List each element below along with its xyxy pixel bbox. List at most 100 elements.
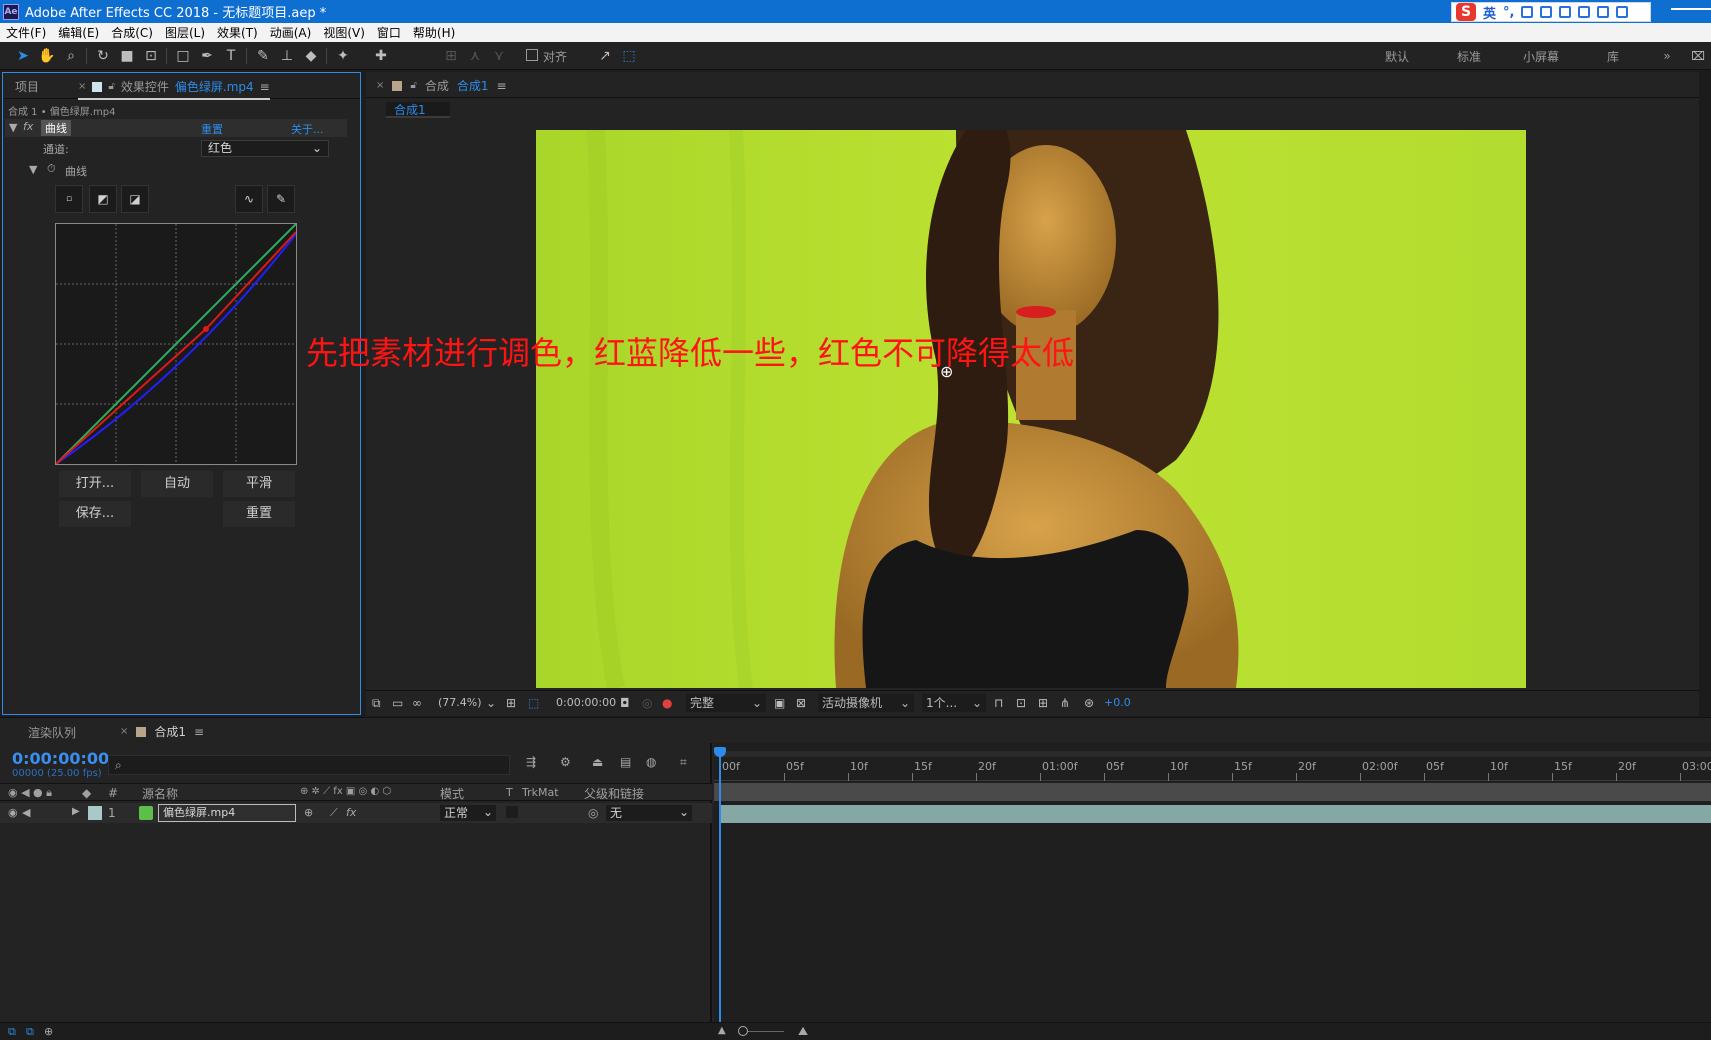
pen-tool-icon[interactable]: ✒ [198, 47, 216, 65]
collapse-switch-icon[interactable]: ⊕ [304, 806, 313, 819]
effect-switch-icon[interactable]: fx [346, 806, 356, 819]
frame-blending-icon[interactable]: ▤ [620, 755, 631, 769]
curve-size-medium-button[interactable]: ◩ [89, 185, 117, 213]
world-axis-icon[interactable]: ⋏ [466, 47, 484, 65]
ime-lang-toggle[interactable]: 英 [1483, 3, 1496, 22]
bezier-curve-tool-icon[interactable]: ∿ [235, 185, 263, 213]
stopwatch-icon[interactable]: ⏱︎ [47, 162, 56, 176]
lock-icon[interactable]: 🔓︎ [108, 81, 114, 92]
fast-preview-icon[interactable]: ⊡ [1016, 696, 1026, 710]
curve-size-small-button[interactable]: ▫ [55, 185, 83, 213]
layer-switches-toggle-icon[interactable]: ⧉ [8, 1025, 16, 1039]
effect-name[interactable]: 曲线 [41, 120, 71, 136]
monitor-icon[interactable]: ▭ [392, 696, 403, 710]
quality-switch-icon[interactable]: ⟋ [330, 806, 338, 820]
zoom-slider-handle[interactable] [738, 1026, 748, 1036]
parent-dropdown[interactable]: 无 ⌄ [606, 805, 692, 821]
time-ruler[interactable]: 00f 05f 10f 15f 20f 01:00f 05f 10f 15f 20f 02:00f 0… [714, 757, 1711, 781]
tab-effect-controls[interactable]: × 🔓︎ 效果控件 偏色绿屏.mp4 ≡ [78, 78, 270, 100]
close-icon[interactable]: × [120, 726, 128, 737]
show-snapshot-icon[interactable]: ◎ [642, 696, 652, 710]
zoom-slider-track[interactable] [742, 1031, 784, 1032]
panel-menu-icon[interactable]: ≡ [497, 79, 507, 93]
layer-row[interactable]: ◉ ◀ ▶ 1 偏色绿屏.mp4 ⊕ ⟋ fx 正常 ⌄ ◎ 无 ⌄ [0, 803, 712, 823]
chevron-down-icon[interactable]: ⌄ [486, 696, 496, 710]
snap-icon[interactable]: ↗ [596, 47, 614, 65]
toggle-pixel-aspect-icon[interactable]: ⊓ [994, 696, 1003, 710]
sogou-logo-icon[interactable]: S [1456, 3, 1476, 21]
zoom-in-icon[interactable]: ⛰︎ [798, 1024, 808, 1039]
lock-icon[interactable]: 🔓︎ [410, 80, 416, 91]
pan-behind-tool-icon[interactable]: ⊡ [142, 47, 160, 65]
zoom-tool-icon[interactable]: ⌕ [62, 47, 80, 65]
snap-options-icon[interactable]: ⬚ [620, 47, 638, 65]
clone-stamp-tool-icon[interactable]: ⊥ [278, 47, 296, 65]
tab-render-queue[interactable]: 渲染队列 [28, 724, 76, 741]
region-of-interest-icon[interactable]: ▣ [774, 696, 785, 710]
camera-tool-icon[interactable]: ■ [118, 47, 136, 65]
shy-layers-icon[interactable]: ⏏ [592, 755, 603, 769]
blend-mode-dropdown[interactable]: 正常 ⌄ [440, 805, 496, 821]
curve-reset-button[interactable]: 重置 [223, 501, 295, 527]
curve-auto-button[interactable]: 自动 [141, 471, 213, 497]
timeline-graph-area[interactable]: 00f 05f 10f 15f 20f 01:00f 05f 10f 15f 20f 02:00f 0… [714, 743, 1711, 1023]
menu-view[interactable]: 视图(V) [323, 24, 365, 41]
graph-editor-icon[interactable]: ⌗ [680, 755, 687, 770]
color-channels-icon[interactable]: ● [662, 696, 672, 710]
menu-edit[interactable]: 编辑(E) [58, 24, 99, 41]
zoom-out-icon[interactable]: ▲ [718, 1025, 726, 1036]
current-time-indicator[interactable] [719, 751, 721, 1023]
mic-icon[interactable] [1540, 6, 1553, 18]
menu-composition[interactable]: 合成(C) [111, 24, 153, 41]
about-link[interactable]: 关于... [291, 121, 324, 137]
snapshot-camera-icon[interactable]: ◘ [620, 696, 630, 710]
tab-composition[interactable]: × 🔓︎ 合成 合成1 ≡ [376, 77, 507, 94]
mask-toggle-icon[interactable]: ∞ [412, 696, 422, 710]
reset-exposure-icon[interactable]: ⊛ [1084, 696, 1094, 710]
type-tool-icon[interactable]: T [222, 47, 240, 65]
keyboard-icon[interactable] [1559, 6, 1572, 18]
curve-smooth-button[interactable]: 平滑 [223, 471, 295, 497]
workspace-default[interactable]: 默认 [1361, 48, 1433, 65]
menu-layer[interactable]: 图层(L) [165, 24, 205, 41]
resolution-dropdown[interactable]: 完整 ⌄ [686, 694, 766, 712]
draft-3d-icon[interactable]: ⚙ [560, 755, 571, 769]
menu-animation[interactable]: 动画(A) [270, 24, 312, 41]
panel-menu-icon[interactable]: ≡ [260, 80, 270, 94]
layer-duration-bar[interactable] [720, 805, 1711, 823]
safe-margins-icon[interactable]: ⊞ [506, 696, 516, 710]
expand-arrow-icon[interactable]: ▼ [9, 121, 17, 134]
layer-search-input[interactable]: ⌕ [108, 755, 510, 775]
comp-flowchart-tab[interactable]: 合成1 [386, 102, 450, 118]
puppet-pin-tool-icon[interactable]: ✚ [372, 47, 390, 65]
timeline-timecode[interactable]: 0:00:00:00 [12, 749, 109, 768]
window-controls[interactable] [1671, 0, 1711, 10]
flowchart-icon[interactable]: ⋔ [1060, 696, 1070, 710]
in-out-toggle-icon[interactable]: ⊕ [44, 1025, 53, 1038]
composition-viewer-frame[interactable] [536, 130, 1526, 688]
rotate-tool-icon[interactable]: ↻ [94, 47, 112, 65]
camera-dropdown[interactable]: 活动摄像机 ⌄ [818, 694, 914, 712]
panel-menu-icon[interactable]: ≡ [194, 725, 204, 739]
views-dropdown[interactable]: 1个... ⌄ [922, 694, 986, 712]
layer-name-field[interactable]: 偏色绿屏.mp4 [158, 804, 296, 822]
rectangle-tool-icon[interactable]: □ [174, 47, 192, 65]
channel-dropdown[interactable]: 红色 ⌄ [201, 140, 329, 157]
video-visibility-icon[interactable]: ◉ [8, 806, 18, 819]
motion-blur-icon[interactable]: ◍ [646, 755, 656, 769]
transparency-grid-icon[interactable]: ⬚ [528, 696, 539, 710]
search-help-icon[interactable]: ⌧ [1685, 49, 1711, 63]
pencil-curve-tool-icon[interactable]: ✎ [267, 185, 295, 213]
close-icon[interactable]: × [78, 81, 86, 92]
exposure-value[interactable]: +0.0 [1104, 696, 1131, 709]
col-source-name[interactable]: 源名称 [142, 785, 178, 802]
curve-save-button[interactable]: 保存... [59, 501, 131, 527]
menu-help[interactable]: 帮助(H) [413, 24, 455, 41]
menu-file[interactable]: 文件(F) [6, 24, 46, 41]
transfer-controls-toggle-icon[interactable]: ⧉ [26, 1025, 34, 1039]
fx-toggle[interactable]: fx [23, 120, 33, 133]
hand-tool-icon[interactable]: ✋ [38, 47, 56, 65]
local-axis-icon[interactable]: ⊞ [442, 47, 460, 65]
roto-brush-tool-icon[interactable]: ✦ [334, 47, 352, 65]
expand-layer-icon[interactable]: ▶ [72, 806, 80, 817]
